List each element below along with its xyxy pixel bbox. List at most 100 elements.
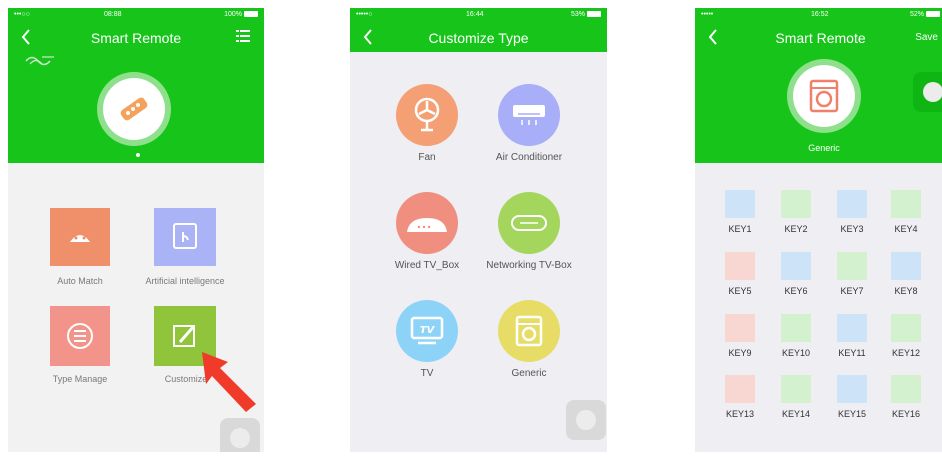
key-button[interactable]: KEY8 bbox=[881, 252, 931, 300]
key-swatch bbox=[781, 252, 811, 280]
key-label: KEY16 bbox=[891, 409, 921, 419]
key-label: KEY7 bbox=[840, 286, 864, 296]
status-bar: ••••• 16:52 52% bbox=[695, 8, 942, 22]
key-button[interactable]: KEY11 bbox=[827, 314, 877, 362]
key-button[interactable]: KEY2 bbox=[771, 190, 821, 238]
battery-icon bbox=[244, 11, 258, 18]
key-swatch bbox=[891, 190, 921, 218]
key-label: KEY10 bbox=[781, 348, 811, 358]
key-button[interactable]: KEY3 bbox=[827, 190, 877, 238]
key-swatch bbox=[837, 252, 867, 280]
key-button[interactable]: KEY9 bbox=[715, 314, 765, 362]
page-title: Customize Type bbox=[428, 30, 529, 46]
key-swatch bbox=[725, 252, 755, 280]
menu-icon[interactable] bbox=[236, 30, 250, 42]
key-button[interactable]: KEY15 bbox=[827, 375, 877, 423]
key-label: KEY14 bbox=[781, 409, 811, 419]
key-swatch bbox=[837, 375, 867, 403]
battery-percent: 52% bbox=[909, 11, 924, 18]
battery-status: 52% bbox=[910, 11, 940, 18]
status-time: 16:52 bbox=[811, 11, 829, 18]
header-panel: ••••• 16:52 52% Smart Remote Save Generi… bbox=[695, 8, 942, 163]
auto-match-tile[interactable] bbox=[50, 208, 110, 266]
air-conditioner-label: Air Conditioner bbox=[495, 152, 563, 163]
remote-device-button[interactable] bbox=[97, 72, 171, 146]
smart-remote-home-screen: •••○○ 08:88 100% Smart Remote Auto Match… bbox=[8, 8, 264, 452]
android-icon bbox=[50, 208, 110, 266]
air-conditioner-type-button[interactable] bbox=[498, 84, 560, 146]
nav-bar: Customize Type bbox=[350, 22, 607, 52]
key-label: KEY5 bbox=[728, 286, 752, 296]
key-swatch bbox=[725, 190, 755, 218]
artificial-intelligence-tile[interactable] bbox=[154, 208, 216, 266]
device-button[interactable] bbox=[787, 59, 861, 133]
save-button[interactable]: Save bbox=[915, 32, 938, 43]
status-time: 16:44 bbox=[466, 11, 484, 18]
networking-tv-box-label: Networking TV-Box bbox=[486, 260, 572, 271]
battery-icon bbox=[587, 11, 601, 18]
status-bar: •••○○ 08:88 100% bbox=[8, 8, 264, 22]
nav-bar: Smart Remote bbox=[8, 22, 264, 52]
key-swatch bbox=[725, 375, 755, 403]
tv-icon: TV bbox=[410, 316, 444, 345]
smart-remote-keys-screen: ••••• 16:52 52% Smart Remote Save Generi… bbox=[695, 8, 942, 452]
key-label: KEY1 bbox=[728, 224, 752, 234]
key-button[interactable]: KEY1 bbox=[715, 190, 765, 238]
status-time: 08:88 bbox=[104, 11, 122, 18]
key-label: KEY4 bbox=[894, 224, 918, 234]
key-button[interactable]: KEY6 bbox=[771, 252, 821, 300]
key-button[interactable]: KEY7 bbox=[827, 252, 877, 300]
artificial-intelligence-label: Artificial intelligence bbox=[145, 276, 225, 286]
key-label: KEY11 bbox=[838, 348, 866, 358]
ir-signal-icon bbox=[25, 56, 54, 66]
key-swatch bbox=[837, 314, 867, 342]
key-button[interactable]: KEY13 bbox=[715, 375, 765, 423]
key-label: KEY8 bbox=[894, 286, 918, 296]
device-label: Generic bbox=[808, 143, 840, 153]
generic-label: Generic bbox=[511, 368, 547, 379]
assistive-touch-button[interactable] bbox=[566, 400, 606, 440]
key-button[interactable]: KEY10 bbox=[771, 314, 821, 362]
key-swatch bbox=[891, 314, 921, 342]
remote-device-inner bbox=[103, 78, 165, 140]
generic-type-button[interactable] bbox=[498, 300, 560, 362]
type-manage-tile[interactable] bbox=[50, 306, 110, 366]
key-button[interactable]: KEY12 bbox=[881, 314, 931, 362]
tv-type-button[interactable]: TV bbox=[396, 300, 458, 362]
carrier-signal: ••••• bbox=[701, 11, 714, 18]
key-button[interactable]: KEY16 bbox=[881, 375, 931, 423]
key-label: KEY15 bbox=[837, 409, 867, 419]
device-inner bbox=[793, 65, 855, 127]
assistive-touch-button[interactable] bbox=[913, 72, 942, 112]
status-bar: •••••○ 16:44 53% bbox=[350, 8, 607, 22]
type-manage-label: Type Manage bbox=[52, 374, 108, 384]
key-label: KEY12 bbox=[891, 348, 921, 358]
pointer-arrow-icon bbox=[202, 352, 256, 412]
battery-percent: 53% bbox=[570, 11, 585, 18]
auto-match-label: Auto Match bbox=[57, 276, 103, 286]
key-button[interactable]: KEY14 bbox=[771, 375, 821, 423]
key-label: KEY6 bbox=[784, 286, 808, 296]
battery-percent: 100% bbox=[224, 11, 242, 18]
svg-text:TV: TV bbox=[420, 325, 436, 336]
carrier-signal: •••○○ bbox=[14, 11, 30, 18]
networking-tv-box-type-button[interactable] bbox=[498, 192, 560, 254]
wired-tv-box-type-button[interactable] bbox=[396, 192, 458, 254]
fan-icon bbox=[414, 97, 440, 132]
key-label: KEY13 bbox=[725, 409, 755, 419]
battery-icon bbox=[926, 11, 940, 18]
key-swatch bbox=[891, 252, 921, 280]
header-panel: •••••○ 16:44 53% Customize Type bbox=[350, 8, 607, 52]
assistive-touch-button[interactable] bbox=[220, 418, 260, 452]
fan-type-button[interactable] bbox=[396, 84, 458, 146]
key-swatch bbox=[781, 190, 811, 218]
key-swatch bbox=[891, 375, 921, 403]
customize-type-screen: •••••○ 16:44 53% Customize Type Fan Air … bbox=[350, 8, 607, 452]
washer-icon bbox=[809, 79, 839, 113]
key-swatch bbox=[781, 375, 811, 403]
key-swatch bbox=[725, 314, 755, 342]
key-button[interactable]: KEY5 bbox=[715, 252, 765, 300]
washer-icon bbox=[515, 315, 543, 347]
touch-icon bbox=[154, 208, 216, 266]
key-button[interactable]: KEY4 bbox=[881, 190, 931, 238]
